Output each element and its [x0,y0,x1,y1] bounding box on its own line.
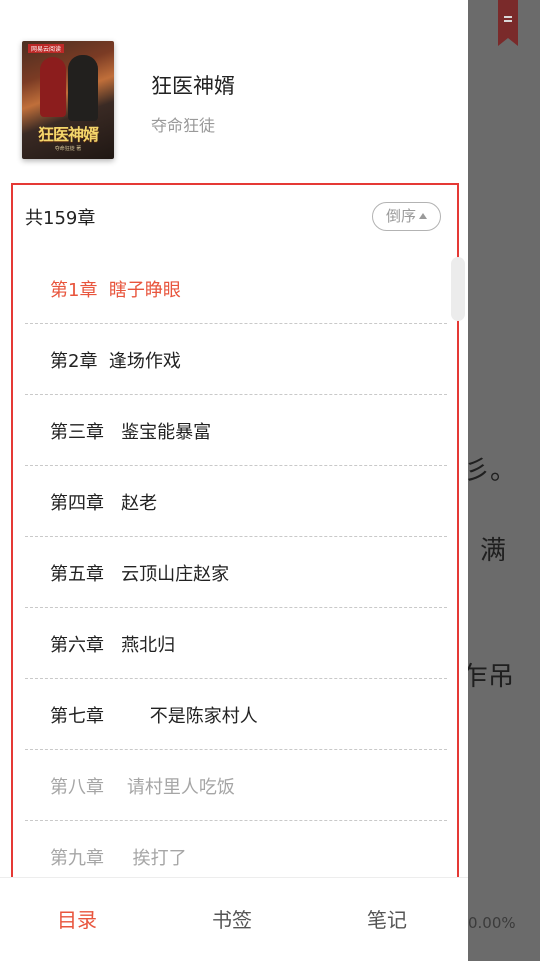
chapter-label: 第四章 赵老 [50,493,158,514]
chapter-label: 第七章 不是陈家村人 [50,706,258,727]
cover-title-art: 狂医神婿 [37,125,99,144]
tab-contents[interactable]: 目录 [57,904,97,933]
chapter-label: 第2章 逢场作戏 [50,351,181,372]
chapter-label: 第三章 鉴宝能暴富 [50,422,212,443]
tab-bookmarks[interactable]: 书签 [212,904,252,933]
cover-figure [68,55,98,121]
chapter-label: 第六章 燕北归 [50,635,176,656]
cover-figure [40,57,66,117]
book-header: 网易云阅读 狂医神婿 夺命狂徒 著 狂医神婿 夺命狂徒 [0,0,468,182]
cover-subtitle: 夺命狂徒 著 [54,146,82,152]
reader-text-fragment: 彡。 [464,456,517,486]
reader-text-fragment: 满 [480,536,507,566]
chapter-item[interactable]: 第七章 不是陈家村人 [25,679,447,750]
chapter-item[interactable]: 第八章 请村里人吃饭 [25,750,447,821]
bookmark-ribbon-icon[interactable] [498,0,518,46]
tab-notes[interactable]: 笔记 [367,904,407,933]
reader-text-fragment: 乍吊 [462,662,515,692]
book-title: 狂医神婿 [151,74,235,98]
chapter-label: 第八章 请村里人吃饭 [50,777,235,798]
chapter-item[interactable]: 第五章 云顶山庄赵家 [25,537,447,608]
chapter-count: 共159章 [25,208,96,229]
chapter-label: 第五章 云顶山庄赵家 [50,564,230,585]
chapter-label: 第1章 瞎子睁眼 [50,280,181,301]
scrollbar-thumb[interactable] [451,257,465,321]
chapter-list: 第1章 瞎子睁眼 第2章 逢场作戏 第三章 鉴宝能暴富 第四章 赵老 第五章 云… [25,253,447,891]
reader-page-overlay[interactable]: 彡。 满 乍吊 0.00% [462,0,540,960]
toc-drawer: 网易云阅读 狂医神婿 夺命狂徒 著 狂医神婿 夺命狂徒 共159章 倒序 第1章… [0,0,468,961]
chapter-item[interactable]: 第1章 瞎子睁眼 [25,253,447,324]
chapter-label: 第九章 挨打了 [50,848,187,869]
chapter-item[interactable]: 第四章 赵老 [25,466,447,537]
toc-panel: 共159章 倒序 第1章 瞎子睁眼 第2章 逢场作戏 第三章 鉴宝能暴富 第四章… [11,183,465,938]
triangle-up-icon [419,213,427,219]
chapter-item[interactable]: 第2章 逢场作戏 [25,324,447,395]
sort-order-button[interactable]: 倒序 [372,202,441,231]
cover-publisher-logo: 网易云阅读 [28,44,65,53]
book-author: 夺命狂徒 [151,116,216,135]
reading-progress: 0.00% [468,914,516,932]
sort-order-label: 倒序 [385,207,416,225]
book-cover: 网易云阅读 狂医神婿 夺命狂徒 著 [22,41,114,159]
bottom-tab-bar: 目录 书签 笔记 [0,877,468,961]
chapter-item[interactable]: 第三章 鉴宝能暴富 [25,395,447,466]
chapter-item[interactable]: 第六章 燕北归 [25,608,447,679]
